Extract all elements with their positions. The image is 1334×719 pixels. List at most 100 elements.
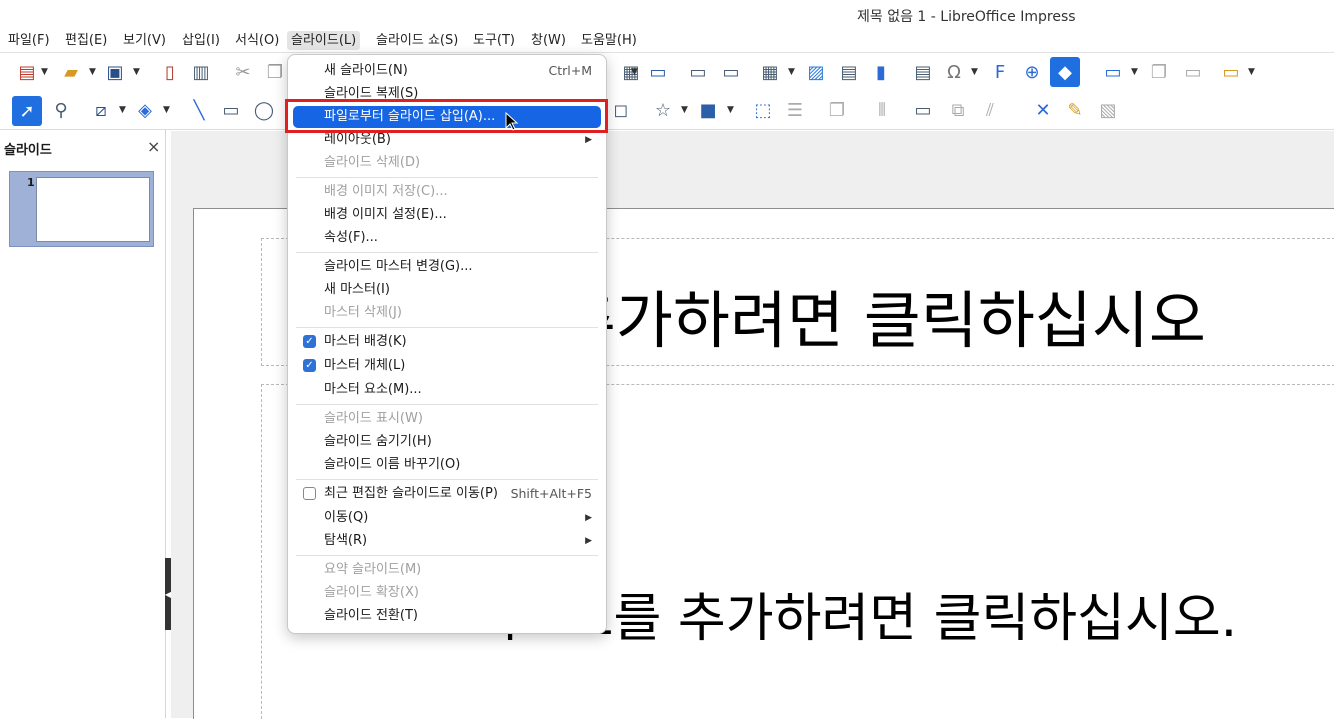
master-slide-icon[interactable]: ▭ bbox=[685, 59, 711, 85]
start-slideshow-icon[interactable]: ▭ bbox=[718, 59, 744, 85]
export-pdf-icon[interactable]: ▯ bbox=[157, 59, 183, 85]
print-icon[interactable]: ▥ bbox=[188, 59, 214, 85]
new-icon[interactable]: ▤ bbox=[14, 59, 40, 85]
menu-item-rename-slide[interactable]: 슬라이드 이름 바꾸기(O) bbox=[288, 454, 606, 476]
save-icon[interactable]: ▣ bbox=[102, 59, 128, 85]
select-icon[interactable]: ➚ bbox=[12, 96, 42, 126]
chevron-down-icon[interactable]: ▼ bbox=[89, 67, 96, 77]
cut-icon[interactable]: ✂ bbox=[230, 59, 256, 85]
menu-item-navigate[interactable]: 탐색(R) ▶ bbox=[288, 530, 606, 552]
chevron-down-icon[interactable]: ▼ bbox=[163, 105, 170, 115]
menu-slide[interactable]: 슬라이드(L) bbox=[287, 31, 361, 50]
menu-item-properties[interactable]: 속성(F)... bbox=[288, 227, 606, 249]
close-icon[interactable]: × bbox=[147, 137, 160, 156]
3d-object-icon[interactable]: ■ bbox=[695, 97, 721, 123]
checkbox-unchecked-icon bbox=[303, 487, 316, 500]
slide-thumbnail-preview bbox=[36, 177, 150, 242]
slide-layout-icon[interactable]: ▭ bbox=[1218, 59, 1244, 85]
menu-separator bbox=[296, 177, 598, 178]
glue-points-icon[interactable]: ✕ bbox=[1030, 97, 1056, 123]
menu-view[interactable]: 보기(V) bbox=[119, 31, 170, 50]
menu-item-master-elements[interactable]: 마스터 요소(M)... bbox=[288, 379, 606, 401]
chevron-down-icon[interactable]: ▼ bbox=[119, 105, 126, 115]
menu-item-hide-slide[interactable]: 슬라이드 숨기기(H) bbox=[288, 431, 606, 453]
chevron-down-icon[interactable]: ▼ bbox=[41, 67, 48, 77]
mouse-cursor-icon bbox=[505, 112, 519, 131]
menu-help[interactable]: 도움말(H) bbox=[577, 31, 641, 50]
standard-toolbar: ▤ ▼ ▰ ▼ ▣ ▼ ▯ ▥ ✂ ❐ ▦ ▼ ▭ ▭ ▭ ▦ ▼ ▨ ▤ ▮ … bbox=[0, 53, 1334, 91]
rectangle-icon[interactable]: ▭ bbox=[218, 97, 244, 123]
menu-tools[interactable]: 도구(T) bbox=[469, 31, 519, 50]
shadow-icon[interactable]: ▭ bbox=[910, 97, 936, 123]
chevron-down-icon[interactable]: ▼ bbox=[971, 67, 978, 77]
special-character-icon[interactable]: Ω bbox=[941, 59, 967, 85]
duplicate-slide-icon[interactable]: ❐ bbox=[1146, 59, 1172, 85]
menu-item-move[interactable]: 이동(Q) ▶ bbox=[288, 507, 606, 529]
menu-separator bbox=[296, 327, 598, 328]
menu-window[interactable]: 창(W) bbox=[527, 31, 570, 50]
menu-item-layout[interactable]: 레이아웃(B) ▶ bbox=[288, 129, 606, 151]
callout-icon[interactable]: ◻ bbox=[608, 97, 634, 123]
delete-slide-icon[interactable]: ▭ bbox=[1180, 59, 1206, 85]
copy-icon[interactable]: ❐ bbox=[262, 59, 288, 85]
align-icon[interactable]: ☰ bbox=[782, 97, 808, 123]
open-folder-icon[interactable]: ▰ bbox=[58, 59, 84, 85]
menu-insert[interactable]: 삽입(I) bbox=[178, 31, 224, 50]
chevron-down-icon[interactable]: ▼ bbox=[1248, 67, 1255, 77]
menu-item-jump-to-last-edited-slide[interactable]: 최근 편집한 슬라이드로 이동(P) Shift+Alt+F5 bbox=[288, 483, 606, 505]
show-gluepoint-icon[interactable]: ▧ bbox=[1095, 97, 1121, 123]
menu-item-set-background-image[interactable]: 배경 이미지 설정(E)... bbox=[288, 204, 606, 226]
arrange-icon[interactable]: ❐ bbox=[824, 97, 850, 123]
menu-item-duplicate-slide[interactable]: 슬라이드 복제(S) bbox=[288, 83, 606, 105]
menu-item-insert-slide-from-file[interactable]: 파일로부터 슬라이드 삽입(A)... bbox=[288, 106, 606, 128]
filter-icon[interactable]: ⫽ bbox=[977, 97, 1003, 123]
menu-item-master-objects[interactable]: ✓ 마스터 개체(L) bbox=[288, 355, 606, 377]
menu-item-show-slide: 슬라이드 표시(W) bbox=[324, 411, 423, 426]
menu-item-delete-master: 마스터 삭제(J) bbox=[324, 305, 402, 320]
chevron-down-icon[interactable]: ▼ bbox=[1131, 67, 1138, 77]
chevron-down-icon[interactable]: ▼ bbox=[631, 67, 638, 77]
menu-edit[interactable]: 편집(E) bbox=[61, 31, 111, 50]
menu-separator bbox=[296, 404, 598, 405]
hyperlink-icon[interactable]: ⊕ bbox=[1019, 59, 1045, 85]
menu-item-change-slide-master[interactable]: 슬라이드 마스터 변경(G)... bbox=[288, 256, 606, 278]
table-icon[interactable]: ▦ bbox=[757, 59, 783, 85]
ellipse-icon[interactable]: ◯ bbox=[251, 97, 277, 123]
menu-item-master-background[interactable]: ✓ 마스터 배경(K) bbox=[288, 331, 606, 353]
highlighter-icon[interactable]: ✎ bbox=[1062, 97, 1088, 123]
slide-number: 1 bbox=[27, 176, 35, 189]
new-slide-icon[interactable]: ▭ bbox=[1100, 59, 1126, 85]
menu-item-new-master[interactable]: 새 마스터(I) bbox=[288, 279, 606, 301]
points-icon[interactable]: ⬚ bbox=[750, 97, 776, 123]
distribute-icon[interactable]: ⫴ bbox=[869, 97, 895, 123]
chevron-down-icon[interactable]: ▼ bbox=[788, 67, 795, 77]
crop-icon[interactable]: ⧉ bbox=[945, 97, 971, 123]
chevron-down-icon[interactable]: ▼ bbox=[681, 105, 688, 115]
media-icon[interactable]: ▤ bbox=[836, 59, 862, 85]
submenu-arrow-icon: ▶ bbox=[585, 135, 592, 145]
menu-format[interactable]: 서식(O) bbox=[231, 31, 283, 50]
chart-icon[interactable]: ▮ bbox=[868, 59, 894, 85]
checkbox-checked-icon: ✓ bbox=[303, 359, 316, 372]
slide-thumbnail[interactable]: 1 bbox=[9, 171, 154, 247]
interaction-icon[interactable]: ◆ bbox=[1050, 57, 1080, 87]
star-icon[interactable]: ☆ bbox=[650, 97, 676, 123]
chevron-down-icon[interactable]: ▼ bbox=[727, 105, 734, 115]
fill-color-icon[interactable]: ◈ bbox=[132, 97, 158, 123]
line-color-icon[interactable]: ⧄ bbox=[88, 97, 114, 123]
zoom-icon[interactable]: ⚲ bbox=[48, 97, 74, 123]
textbox-icon[interactable]: ▤ bbox=[910, 59, 936, 85]
chevron-down-icon[interactable]: ▼ bbox=[133, 67, 140, 77]
fontwork-icon[interactable]: F bbox=[987, 59, 1013, 85]
menu-file[interactable]: 파일(F) bbox=[4, 31, 54, 50]
menu-separator bbox=[296, 555, 598, 556]
image-icon[interactable]: ▨ bbox=[803, 59, 829, 85]
menu-slideshow[interactable]: 슬라이드 쇼(S) bbox=[372, 31, 462, 50]
line-icon[interactable]: ╲ bbox=[186, 97, 212, 123]
checkbox-checked-icon: ✓ bbox=[303, 335, 316, 348]
display-views-icon[interactable]: ▭ bbox=[645, 59, 671, 85]
menu-item-slide-transition[interactable]: 슬라이드 전환(T) bbox=[288, 605, 606, 627]
menu-item-new-slide[interactable]: 새 슬라이드(N) Ctrl+M bbox=[288, 60, 606, 82]
menu-item-expand-slide: 슬라이드 확장(X) bbox=[324, 585, 419, 600]
menu-item-delete-slide: 슬라이드 삭제(D) bbox=[324, 155, 421, 170]
